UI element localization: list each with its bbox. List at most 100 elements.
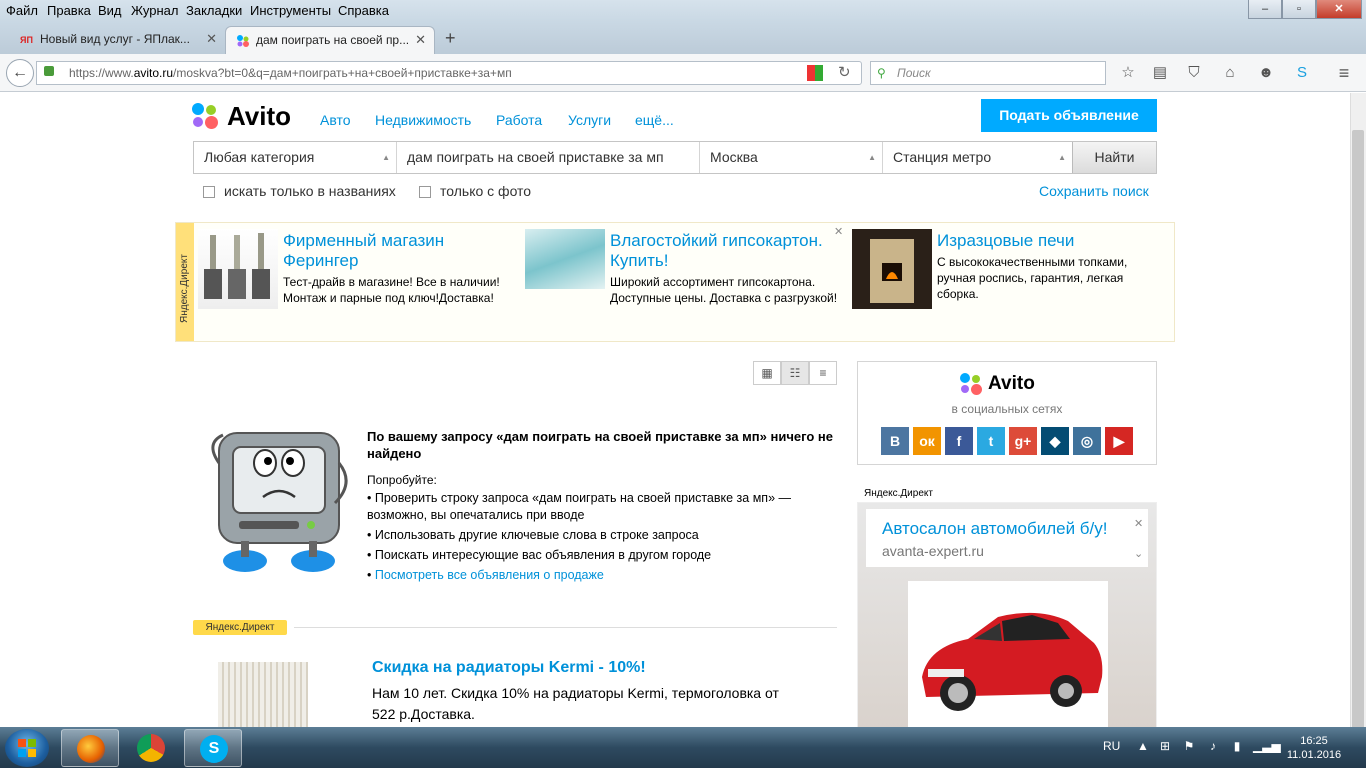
tray-clock[interactable]: 16:25 11.01.2016: [1278, 734, 1350, 762]
ad-text-feringer: Тест-драйв в магазине! Все в наличии! Мо…: [283, 275, 500, 305]
bookmarks-list-icon[interactable]: ▤: [1150, 63, 1170, 83]
nav-realty[interactable]: Недвижимость: [375, 112, 471, 128]
odnoklassniki-icon[interactable]: ок: [913, 427, 941, 455]
search-query-input[interactable]: дам поиграть на своей приставке за мп: [397, 142, 700, 173]
search-engine-icon[interactable]: ⚲: [877, 66, 886, 80]
yandex-direct-label[interactable]: Яндекс.Директ: [176, 223, 194, 341]
metro-select[interactable]: Станция метро ▲: [883, 142, 1072, 173]
twitter-icon[interactable]: t: [977, 427, 1005, 455]
save-search-link[interactable]: Сохранить поиск: [1039, 183, 1149, 199]
category-select[interactable]: Любая категория ▲: [194, 142, 397, 173]
new-tab-button[interactable]: +: [445, 28, 456, 49]
titles-only-checkbox[interactable]: [203, 186, 215, 198]
taskbar-firefox[interactable]: [61, 729, 119, 767]
ad-image-stoves[interactable]: [198, 229, 278, 309]
avito-logo-small[interactable]: Avito: [960, 372, 1035, 396]
menu-view[interactable]: Вид: [98, 3, 122, 18]
maximize-button[interactable]: ▫: [1282, 0, 1316, 19]
facebook-icon[interactable]: f: [945, 427, 973, 455]
suggestion-item: Поискать интересующие вас объявления в д…: [367, 547, 827, 564]
hamburger-menu-icon[interactable]: ≡: [1334, 63, 1354, 83]
livejournal-icon[interactable]: ◆: [1041, 427, 1069, 455]
city-value: Москва: [710, 149, 758, 165]
chevron-down-icon[interactable]: ⌄: [1134, 547, 1143, 560]
browser-search-input[interactable]: Поиск: [870, 61, 1106, 85]
tab-yaplakal[interactable]: ЯП Новый вид услуг - ЯПлак... ✕: [10, 26, 225, 54]
minimize-button[interactable]: –: [1248, 0, 1282, 19]
side-ad[interactable]: Автосалон автомобилей б/у! avanta-expert…: [857, 502, 1157, 727]
tray-flag-icon[interactable]: ⚑: [1181, 739, 1197, 755]
language-indicator[interactable]: RU: [1103, 739, 1120, 753]
ad-text-kermi: Нам 10 лет. Скидка 10% на радиаторы Kerm…: [372, 685, 779, 722]
post-ad-button[interactable]: Подать объявление: [981, 99, 1157, 132]
url-host: avito.ru: [133, 66, 174, 80]
ad-title-kermi[interactable]: Скидка на радиаторы Kermi - 10%!: [372, 659, 646, 677]
google-plus-icon[interactable]: g+: [1009, 427, 1037, 455]
chat-icon[interactable]: ☻: [1256, 63, 1276, 83]
nav-services[interactable]: Услуги: [568, 112, 611, 128]
ad-title-drywall[interactable]: Влагостойкий гипсокартон. Купить!: [610, 231, 840, 271]
avito-logo[interactable]: Avito: [191, 100, 291, 132]
start-button[interactable]: [5, 729, 49, 767]
menu-help[interactable]: Справка: [338, 3, 389, 18]
photo-only-checkbox[interactable]: [419, 186, 431, 198]
lock-icon[interactable]: [44, 66, 54, 76]
tray-volume-icon[interactable]: ♪: [1205, 739, 1221, 755]
close-ad-icon[interactable]: ✕: [834, 225, 843, 238]
nav-more[interactable]: ещё...: [635, 112, 674, 128]
ad-title-feringer[interactable]: Фирменный магазин Ферингер: [283, 231, 503, 271]
side-ad-car-image[interactable]: [908, 581, 1108, 727]
menu-tools[interactable]: Инструменты: [250, 3, 331, 18]
scrollbar-thumb[interactable]: [1352, 130, 1364, 730]
side-ad-card[interactable]: Автосалон автомобилей б/у! avanta-expert…: [866, 509, 1148, 567]
view-grid-button[interactable]: ▦: [753, 361, 781, 385]
bookmark-star-icon[interactable]: ☆: [1118, 63, 1138, 83]
all-ads-link[interactable]: Посмотреть все объявления о продаже: [375, 568, 604, 582]
skype-icon[interactable]: S: [1292, 63, 1312, 83]
menu-history[interactable]: Журнал: [131, 3, 178, 18]
close-tab-icon[interactable]: ✕: [415, 27, 426, 53]
yandex-direct-tag[interactable]: Яндекс.Директ: [193, 620, 287, 635]
taskbar-skype[interactable]: S: [184, 729, 242, 767]
avito-logo-dots: [191, 101, 221, 131]
page-viewport: Avito Авто Недвижимость Работа Услуги ещ…: [0, 93, 1350, 727]
reload-icon[interactable]: ↻: [838, 63, 851, 81]
taskbar-chrome[interactable]: [122, 729, 180, 767]
side-ad-domain[interactable]: avanta-expert.ru: [882, 543, 984, 559]
close-ad-icon[interactable]: ✕: [1134, 517, 1143, 530]
side-ad-title[interactable]: Автосалон автомобилей б/у!: [882, 519, 1108, 539]
youtube-icon[interactable]: ▶: [1105, 427, 1133, 455]
city-select[interactable]: Москва ▲: [700, 142, 883, 173]
url-bar[interactable]: https://www.avito.ru/moskva?bt=0&q=дам+п…: [36, 61, 862, 85]
tray-windows-icon[interactable]: ⊞: [1157, 739, 1173, 755]
find-button[interactable]: Найти: [1072, 142, 1156, 173]
view-list-button[interactable]: ☷: [781, 361, 809, 385]
home-icon[interactable]: ⌂: [1220, 63, 1240, 83]
close-tab-icon[interactable]: ✕: [206, 26, 217, 52]
vk-icon[interactable]: В: [881, 427, 909, 455]
view-compact-button[interactable]: ≡: [809, 361, 837, 385]
pocket-icon[interactable]: ⛉: [1184, 63, 1204, 83]
tab-avito-search[interactable]: дам поиграть на своей пр... ✕: [225, 26, 435, 54]
ad-image-tile-stove[interactable]: [852, 229, 932, 309]
tray-network-icon[interactable]: ▁▃▅: [1253, 739, 1281, 755]
ad-title-tile-stoves[interactable]: Изразцовые печи: [937, 231, 1167, 251]
ad-image-radiator[interactable]: [218, 662, 308, 727]
yandex-direct-label[interactable]: Яндекс.Директ: [864, 488, 933, 499]
ad-image-drywall[interactable]: [525, 229, 605, 289]
addon-icon[interactable]: [807, 65, 823, 81]
nav-auto[interactable]: Авто: [320, 112, 351, 128]
menu-edit[interactable]: Правка: [47, 3, 91, 18]
category-value: Любая категория: [204, 149, 315, 165]
menu-bookmarks[interactable]: Закладки: [186, 3, 242, 18]
nav-jobs[interactable]: Работа: [496, 112, 542, 128]
menu-file[interactable]: Файл: [6, 3, 38, 18]
tray-expand-icon[interactable]: ▲: [1135, 739, 1151, 755]
photo-only-label[interactable]: только с фото: [440, 183, 531, 199]
titles-only-label[interactable]: искать только в названиях: [224, 183, 396, 199]
instagram-icon[interactable]: ◎: [1073, 427, 1101, 455]
tray-battery-icon[interactable]: ▮: [1229, 739, 1245, 755]
close-window-button[interactable]: ✕: [1316, 0, 1362, 19]
back-button[interactable]: ←: [6, 59, 34, 87]
search-form: Любая категория ▲ дам поиграть на своей …: [193, 141, 1157, 174]
